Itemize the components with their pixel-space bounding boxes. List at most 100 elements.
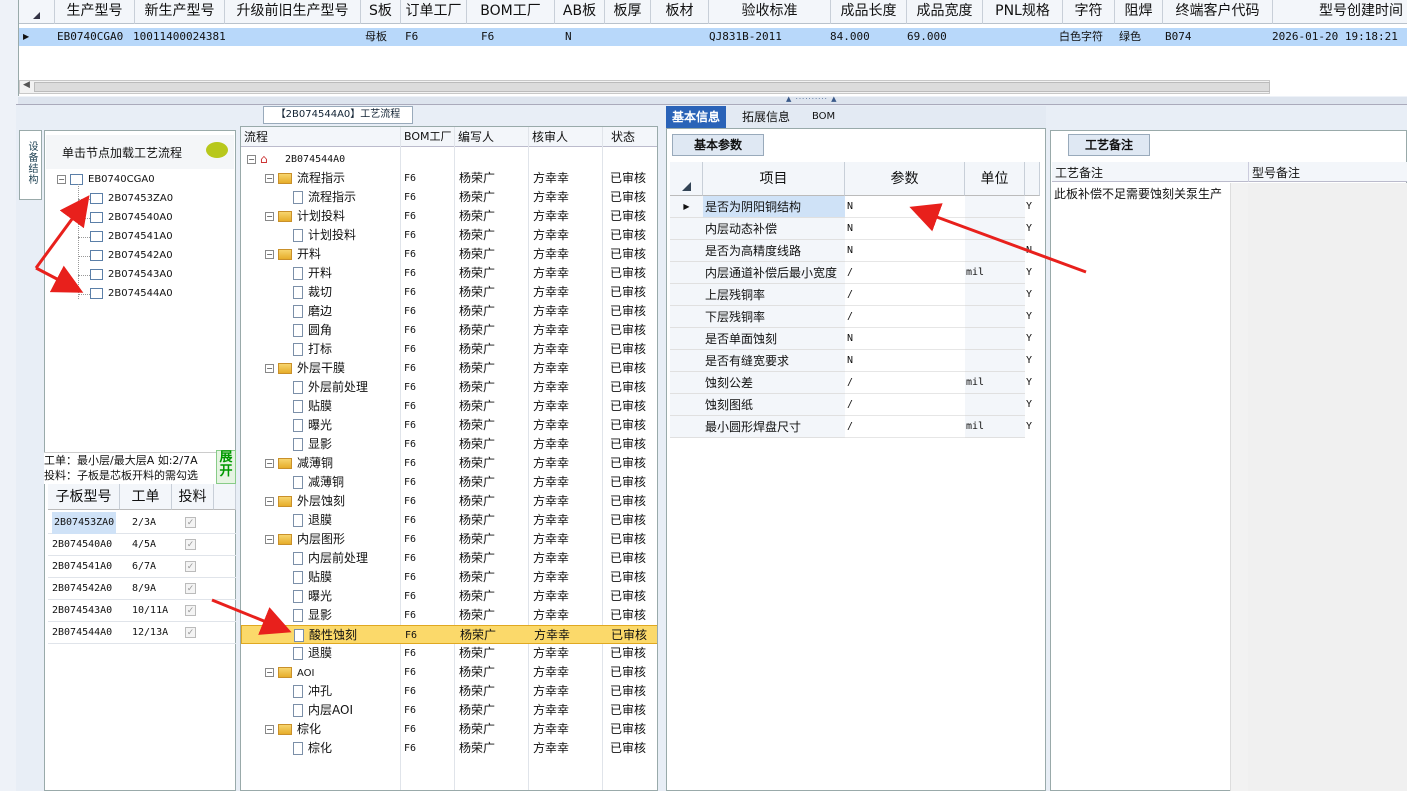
process-row[interactable]: 裁切 F6 杨荣广 方幸幸 已审核 — [241, 283, 657, 302]
param-cell[interactable]: / — [845, 284, 965, 306]
feed-checkbox[interactable]: ✓ — [185, 583, 196, 594]
item-cell[interactable]: 下层残铜率 — [703, 306, 845, 328]
tab-process-remarks[interactable]: 工艺备注 — [1068, 134, 1150, 156]
item-cell[interactable]: 上层残铜率 — [703, 284, 845, 306]
process-row[interactable]: 冲孔 F6 杨荣广 方幸幸 已审核 — [241, 682, 657, 701]
process-row[interactable]: − 减薄铜 F6 杨荣广 方幸幸 已审核 — [241, 454, 657, 473]
process-row[interactable]: 酸性蚀刻 F6 杨荣广 方幸幸 已审核 — [241, 625, 657, 644]
process-row[interactable]: 退膜 F6 杨荣广 方幸幸 已审核 — [241, 644, 657, 663]
cell[interactable]: 绿色 — [1119, 28, 1141, 46]
remarks-scrollbar[interactable] — [1230, 183, 1248, 791]
cell[interactable]: 母板 — [365, 28, 387, 46]
param-cell[interactable]: / — [845, 416, 965, 438]
table-row[interactable]: 2B07453ZA0 2/3A ✓ — [48, 512, 236, 534]
col-header[interactable]: 型号备注 — [1252, 164, 1300, 181]
sub-model-cell[interactable]: 2B074542A0 — [52, 578, 112, 600]
col-header[interactable]: 工单 — [120, 484, 172, 510]
col-header[interactable]: 参数 — [845, 162, 965, 196]
unit-cell[interactable] — [965, 196, 1025, 218]
process-row[interactable]: 退膜 F6 杨荣广 方幸幸 已审核 — [241, 511, 657, 530]
col-header[interactable]: 核审人 — [529, 127, 603, 147]
collapse-icon[interactable]: − — [265, 212, 274, 221]
collapse-icon[interactable]: − — [265, 250, 274, 259]
col-header[interactable]: 订单工厂 — [401, 0, 467, 24]
unit-cell[interactable] — [965, 328, 1025, 350]
order-cell[interactable]: 2/3A — [132, 512, 156, 534]
horizontal-scrollbar[interactable]: ◀ — [19, 80, 1270, 94]
collapse-icon[interactable]: − — [265, 668, 274, 677]
process-row[interactable]: − 棕化 F6 杨荣广 方幸幸 已审核 — [241, 720, 657, 739]
feed-checkbox[interactable]: ✓ — [185, 605, 196, 616]
param-row[interactable]: 是否为高精度线路 N N — [670, 240, 1040, 262]
param-row[interactable]: 内层动态补偿 N Y — [670, 218, 1040, 240]
collapse-icon[interactable]: − — [265, 725, 274, 734]
process-row[interactable]: 曝光 F6 杨荣广 方幸幸 已审核 — [241, 416, 657, 435]
table-row[interactable]: 2B074543A0 10/11A ✓ — [48, 600, 236, 622]
table-row[interactable]: 2B074542A0 8/9A ✓ — [48, 578, 236, 600]
tree-node[interactable]: 2B074544A0 — [78, 285, 173, 303]
tree-node[interactable]: 2B07453ZA0 — [78, 190, 173, 208]
collapse-icon[interactable]: − — [265, 497, 274, 506]
expand-button[interactable]: 展开 — [216, 450, 236, 484]
col-header[interactable]: 子板型号 — [48, 484, 120, 510]
item-cell[interactable]: 最小圆形焊盘尺寸 — [703, 416, 845, 438]
col-header[interactable]: 型号创建时间 — [1273, 0, 1407, 24]
unit-cell[interactable]: mil — [965, 372, 1025, 394]
table-row[interactable]: 2B074541A0 6/7A ✓ — [48, 556, 236, 578]
process-row[interactable]: 显影 F6 杨荣广 方幸幸 已审核 — [241, 606, 657, 625]
param-cell[interactable]: / — [845, 262, 965, 284]
tree-root[interactable]: − EB0740CGA0 — [57, 171, 155, 189]
param-cell[interactable]: / — [845, 372, 965, 394]
col-header[interactable]: 字符 — [1063, 0, 1115, 24]
param-row[interactable]: 蚀刻公差 / mil Y — [670, 372, 1040, 394]
cell[interactable]: 白色字符 — [1059, 28, 1103, 46]
process-row[interactable]: − 开料 F6 杨荣广 方幸幸 已审核 — [241, 245, 657, 264]
scrollbar-thumb[interactable] — [34, 82, 1270, 92]
item-cell[interactable]: 蚀刻公差 — [703, 372, 845, 394]
process-row[interactable]: 开料 F6 杨荣广 方幸幸 已审核 — [241, 264, 657, 283]
col-header[interactable]: 板材 — [651, 0, 709, 24]
collapse-icon[interactable]: − — [265, 364, 274, 373]
item-cell[interactable]: 是否为阴阳铜结构 — [703, 196, 845, 218]
sub-model-cell[interactable]: 2B074541A0 — [52, 556, 112, 578]
col-header[interactable]: 项目 — [703, 162, 845, 196]
tab-device-structure[interactable]: 设备结构 — [19, 130, 42, 200]
process-row[interactable]: 棕化 F6 杨荣广 方幸幸 已审核 — [241, 739, 657, 758]
tree-node[interactable]: 2B074543A0 — [78, 266, 173, 284]
collapse-icon[interactable]: − — [265, 174, 274, 183]
cell[interactable]: B074 — [1165, 28, 1192, 46]
col-header[interactable]: 投料 — [172, 484, 214, 510]
process-row[interactable]: 打标 F6 杨荣广 方幸幸 已审核 — [241, 340, 657, 359]
item-cell[interactable]: 内层动态补偿 — [703, 218, 845, 240]
param-cell[interactable]: / — [845, 394, 965, 416]
process-row[interactable]: − 内层图形 F6 杨荣广 方幸幸 已审核 — [241, 530, 657, 549]
collapse-icon[interactable]: − — [265, 535, 274, 544]
feed-checkbox[interactable]: ✓ — [185, 539, 196, 550]
collapse-icon[interactable]: − — [57, 174, 66, 184]
process-row[interactable]: 减薄铜 F6 杨荣广 方幸幸 已审核 — [241, 473, 657, 492]
col-header[interactable]: 验收标准 — [709, 0, 831, 24]
feed-checkbox[interactable]: ✓ — [185, 561, 196, 572]
process-row[interactable]: 磨边 F6 杨荣广 方幸幸 已审核 — [241, 302, 657, 321]
process-row[interactable]: 曝光 F6 杨荣广 方幸幸 已审核 — [241, 587, 657, 606]
param-row[interactable]: 上层残铜率 / Y — [670, 284, 1040, 306]
item-cell[interactable]: 内层通道补偿后最小宽度 — [703, 262, 845, 284]
cell[interactable]: EB0740CGA0 — [57, 28, 123, 46]
process-row[interactable]: 计划投料 F6 杨荣广 方幸幸 已审核 — [241, 226, 657, 245]
tree-node[interactable]: 2B074542A0 — [78, 247, 173, 265]
tab-basic-params[interactable]: 基本参数 — [672, 134, 764, 156]
process-row[interactable]: 外层前处理 F6 杨荣广 方幸幸 已审核 — [241, 378, 657, 397]
unit-cell[interactable] — [965, 240, 1025, 262]
col-header[interactable]: 成品宽度 — [907, 0, 983, 24]
tree-node[interactable]: 2B074540A0 — [78, 209, 173, 227]
table-row[interactable]: 2B074540A0 4/5A ✓ — [48, 534, 236, 556]
cell[interactable]: F6 — [405, 28, 418, 46]
tab-bom[interactable]: BOM — [806, 106, 841, 128]
param-cell[interactable]: N — [845, 240, 965, 262]
process-row[interactable]: 圆角 F6 杨荣广 方幸幸 已审核 — [241, 321, 657, 340]
process-row[interactable]: − 外层干膜 F6 杨荣广 方幸幸 已审核 — [241, 359, 657, 378]
param-row[interactable]: 内层通道补偿后最小宽度 / mil Y — [670, 262, 1040, 284]
collapse-icon[interactable]: − — [247, 155, 256, 164]
col-header[interactable]: PNL规格 — [983, 0, 1063, 24]
col-header[interactable]: 工艺备注 — [1055, 164, 1103, 181]
